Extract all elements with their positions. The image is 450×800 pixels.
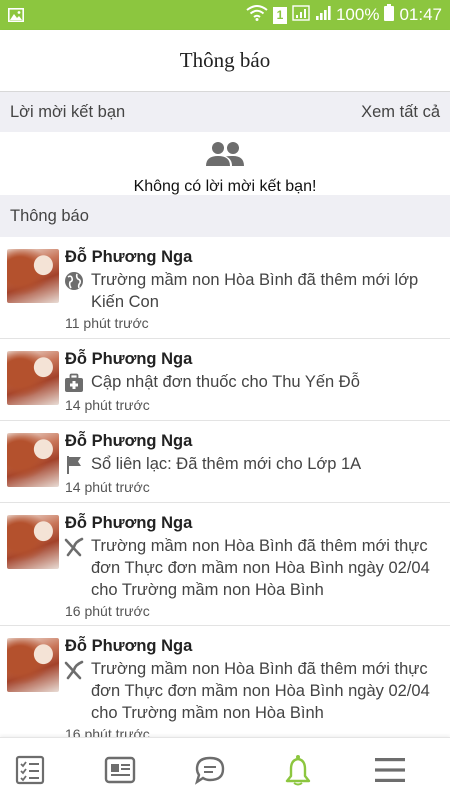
avatar bbox=[7, 515, 59, 569]
notifications-header: Thông báo bbox=[0, 195, 450, 237]
chat-icon[interactable] bbox=[188, 748, 232, 792]
friend-requests-empty: Không có lời mời kết bạn! bbox=[0, 132, 450, 195]
globe-icon bbox=[64, 271, 84, 296]
notification-author: Đỗ Phương Nga bbox=[65, 432, 193, 450]
status-bar: 1 100% 01:47 bbox=[0, 0, 450, 30]
flag-icon bbox=[64, 455, 84, 480]
page-title: Thông báo bbox=[179, 48, 271, 72]
utensils-icon bbox=[64, 660, 84, 685]
notification-author: Đỗ Phương Nga bbox=[65, 637, 193, 655]
notification-item[interactable]: Đỗ Phương Nga Trường mầm non Hòa Bình đã… bbox=[0, 626, 450, 737]
wifi-icon bbox=[246, 4, 268, 26]
notification-message: Sổ liên lạc: Đã thêm mới cho Lớp 1A bbox=[91, 455, 362, 473]
checklist-icon[interactable] bbox=[8, 748, 52, 792]
avatar bbox=[7, 249, 59, 303]
sim-badge: 1 bbox=[272, 6, 287, 24]
friend-requests-title: Lời mời kết bạn bbox=[10, 102, 126, 121]
notification-author: Đỗ Phương Nga bbox=[65, 514, 193, 532]
notification-item[interactable]: Đỗ Phương Nga Sổ liên lạc: Đã thêm mới c… bbox=[0, 421, 450, 503]
avatar bbox=[7, 638, 59, 692]
notification-message: Cập nhật đơn thuốc cho Thu Yến Đỗ bbox=[91, 373, 360, 391]
medical-kit-icon bbox=[64, 373, 84, 398]
image-icon bbox=[8, 8, 24, 27]
menu-icon[interactable] bbox=[368, 748, 412, 792]
notification-list: Đỗ Phương Nga Trường mầm non Hòa Bình đã… bbox=[0, 237, 450, 737]
friend-requests-header: Lời mời kết bạn Xem tất cả bbox=[0, 92, 450, 132]
notification-item[interactable]: Đỗ Phương Nga Trường mầm non Hòa Bình đã… bbox=[0, 503, 450, 626]
notification-time: 11 phút trước bbox=[65, 315, 149, 331]
signal-icon bbox=[292, 4, 310, 26]
notification-item[interactable]: Đỗ Phương Nga Trường mầm non Hòa Bình đã… bbox=[0, 237, 450, 339]
notification-message: Trường mầm non Hòa Bình đã thêm mới lớp … bbox=[91, 271, 419, 311]
notification-message: Trường mầm non Hòa Bình đã thêm mới thực… bbox=[91, 660, 430, 722]
notification-author: Đỗ Phương Nga bbox=[65, 350, 193, 368]
battery-icon bbox=[384, 4, 395, 26]
avatar bbox=[7, 351, 59, 405]
signal-bars-icon bbox=[315, 5, 331, 26]
notification-time: 14 phút trước bbox=[65, 397, 150, 413]
people-icon bbox=[204, 140, 246, 173]
notification-time: 16 phút trước bbox=[65, 603, 150, 619]
bell-icon[interactable] bbox=[276, 748, 320, 792]
notification-item[interactable]: Đỗ Phương Nga Cập nhật đơn thuốc cho Thu… bbox=[0, 339, 450, 421]
notification-time: 16 phút trước bbox=[65, 726, 150, 737]
notification-message: Trường mầm non Hòa Bình đã thêm mới thực… bbox=[91, 537, 430, 599]
see-all-link[interactable]: Xem tất cả bbox=[361, 103, 440, 122]
battery-percent: 100% bbox=[335, 5, 380, 24]
notification-time: 14 phút trước bbox=[65, 479, 150, 495]
avatar bbox=[7, 433, 59, 487]
clock: 01:47 bbox=[399, 5, 442, 24]
utensils-icon bbox=[64, 537, 84, 562]
notifications-title: Thông báo bbox=[10, 206, 89, 225]
newspaper-icon[interactable] bbox=[98, 748, 142, 792]
notification-author: Đỗ Phương Nga bbox=[65, 248, 193, 266]
app-header: Thông báo bbox=[0, 30, 450, 92]
bottom-nav bbox=[0, 737, 450, 800]
